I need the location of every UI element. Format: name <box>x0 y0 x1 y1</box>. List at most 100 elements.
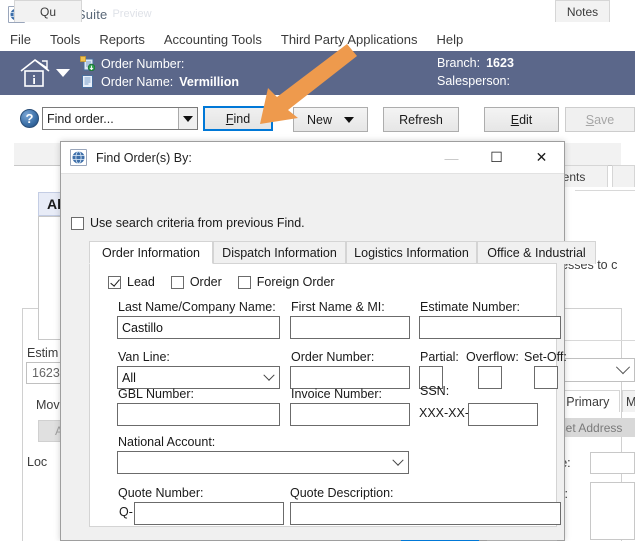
foreign-order-checkbox[interactable]: Foreign Order <box>237 275 335 289</box>
invoice-number-input[interactable] <box>290 403 410 426</box>
order-information-panel: Lead Order Foreign Order Last Name/Compa… <box>89 263 567 527</box>
checkbox-box[interactable] <box>237 275 251 289</box>
national-account-label: National Account: <box>118 435 216 449</box>
order-name-value: Vermillion <box>179 74 239 89</box>
first-name-input[interactable] <box>290 316 410 339</box>
house-info-icon <box>20 58 50 87</box>
estimate-number-label: Estimate Number: <box>420 300 521 314</box>
background-tab-notes[interactable]: Notes <box>555 0 610 22</box>
find-orders-dialog: Find Order(s) By: — ☐ ✕ Use search crite… <box>60 141 596 541</box>
national-account-select[interactable] <box>117 451 409 474</box>
quote-description-input[interactable] <box>290 502 561 525</box>
close-icon[interactable]: ✕ <box>519 142 564 173</box>
ssn-prefix: XXX-XX- <box>419 406 470 420</box>
tab-office-industrial[interactable]: Office & Industrial <box>477 241 596 264</box>
dialog-title: Find Order(s) By: <box>96 150 192 165</box>
van-line-value: All <box>122 370 136 385</box>
refresh-button[interactable]: Refresh <box>383 107 459 132</box>
salesperson-row: Salesperson: <box>437 74 516 88</box>
new-order-icon <box>80 56 95 71</box>
van-line-select[interactable]: All <box>117 366 280 389</box>
van-line-label: Van Line: <box>118 350 170 364</box>
tab-order-information[interactable]: Order Information <box>89 241 213 264</box>
background-tab-quotes[interactable]: Qu <box>14 0 82 22</box>
order-type-checkboxes: Lead Order Foreign Order <box>108 275 345 289</box>
find-order-dropdown-button[interactable] <box>178 108 197 129</box>
background-tab-extra[interactable] <box>612 165 635 187</box>
save-button: Save <box>565 107 635 132</box>
document-icon <box>82 75 93 88</box>
quote-number-input[interactable] <box>134 502 284 525</box>
background-type-field[interactable] <box>590 452 635 474</box>
banner-dropdown-caret[interactable] <box>56 69 70 77</box>
chevron-down-icon <box>263 369 275 381</box>
dialog-tabstrip: Order Information Dispatch Information L… <box>89 241 596 264</box>
quote-description-label: Quote Description: <box>290 486 394 500</box>
save-button-label: Save <box>585 112 615 127</box>
dialog-footer: Include Archived Orders Find Cancel <box>61 532 564 541</box>
minimize-icon: — <box>444 149 459 166</box>
branch-label: Branch: <box>437 56 481 70</box>
background-divider-top <box>575 190 635 191</box>
last-name-input[interactable]: Castillo <box>117 316 280 339</box>
overflow-input[interactable] <box>478 366 502 389</box>
setoff-input[interactable] <box>534 366 558 389</box>
refresh-button-label: Refresh <box>399 112 443 127</box>
background-address-field[interactable] <box>590 482 635 540</box>
order-number-row: Order Number: <box>80 56 190 71</box>
checkbox-box[interactable] <box>170 275 184 289</box>
background-mover-label: Mov <box>36 398 60 412</box>
menu-item-third-party-applications[interactable]: Third Party Applications <box>281 32 418 47</box>
chevron-down-icon <box>615 360 631 375</box>
gbl-number-label: GBL Number: <box>118 387 194 401</box>
find-order-input-value[interactable]: Find order... <box>43 112 178 126</box>
find-order-combobox[interactable]: Find order... <box>42 107 198 130</box>
background-estimate-label: Estim <box>27 346 59 360</box>
help-icon[interactable]: ? <box>20 109 39 128</box>
menu-item-help[interactable]: Help <box>436 32 463 47</box>
menu-item-accounting-tools[interactable]: Accounting Tools <box>164 32 262 47</box>
app-title-suffix: Preview <box>112 8 152 20</box>
globe-icon <box>70 149 87 166</box>
order-name-label: Order Name: <box>101 74 174 89</box>
last-name-label: Last Name/Company Name: <box>118 300 276 314</box>
checkbox-box[interactable] <box>108 275 121 289</box>
tab-dispatch-information[interactable]: Dispatch Information <box>213 241 346 264</box>
use-previous-criteria-checkbox[interactable]: Use search criteria from previous Find. <box>71 216 305 230</box>
partial-label: Partial: <box>420 350 459 364</box>
find-button-label: Find <box>225 111 251 126</box>
lead-checkbox[interactable]: Lead <box>108 275 155 289</box>
menu-item-file[interactable]: File <box>10 32 31 47</box>
chevron-down-icon <box>183 115 193 122</box>
order-checkbox[interactable]: Order <box>170 275 222 289</box>
new-button-label: New <box>306 112 332 127</box>
first-name-label: First Name & MI: <box>291 300 385 314</box>
chevron-down-icon <box>392 454 404 466</box>
salesperson-label: Salesperson: <box>437 74 510 88</box>
tab-logistics-information[interactable]: Logistics Information <box>346 241 477 264</box>
order-number-input[interactable] <box>290 366 410 389</box>
menu-item-tools[interactable]: Tools <box>50 32 80 47</box>
edit-button[interactable]: Edit <box>484 107 559 132</box>
background-right-combobox[interactable] <box>560 358 635 382</box>
gbl-number-input[interactable] <box>117 403 280 426</box>
estimate-number-input[interactable] <box>419 316 561 339</box>
branch-value: 1623 <box>486 56 514 70</box>
checkbox-box[interactable] <box>71 216 84 230</box>
new-button[interactable]: New <box>293 107 368 132</box>
order-label: Order <box>189 275 222 289</box>
ssn-input[interactable] <box>468 403 538 426</box>
quote-number-label: Quote Number: <box>118 486 204 500</box>
order-number-label: Order Number: <box>291 350 375 364</box>
order-number-label: Order Number: <box>101 56 185 71</box>
quote-number-prefix: Q- <box>119 505 133 519</box>
background-divider-mid <box>565 340 635 341</box>
find-button[interactable]: Find <box>203 106 273 131</box>
dialog-titlebar: Find Order(s) By: — ☐ ✕ <box>61 142 564 174</box>
chevron-down-icon <box>344 116 354 123</box>
menu-item-reports[interactable]: Reports <box>99 32 145 47</box>
menu-bar: File Tools Reports Accounting Tools Thir… <box>0 28 635 51</box>
maximize-icon[interactable]: ☐ <box>474 142 519 173</box>
background-location-label: Loc <box>27 455 48 469</box>
background-tab-m[interactable]: M <box>622 390 635 412</box>
